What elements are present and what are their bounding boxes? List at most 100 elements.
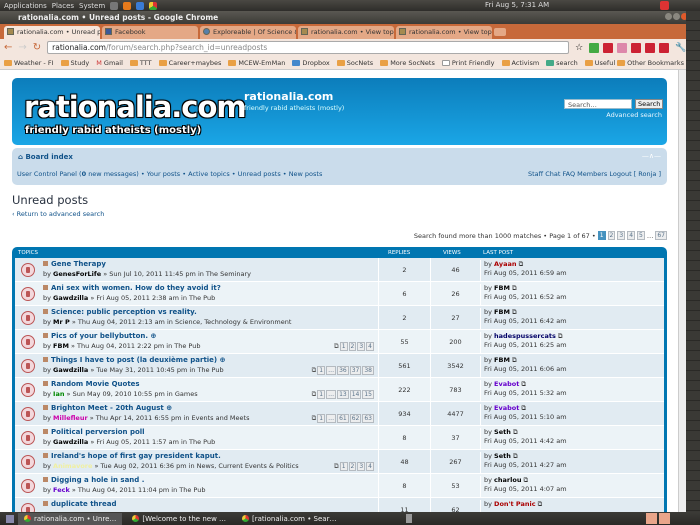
bookmark-search[interactable]: search [546,59,578,67]
bookmark-ttt[interactable]: TTT [130,59,152,67]
view-latest-icon[interactable]: ⧉ [519,260,524,268]
topic-page-link[interactable]: 36 [337,366,349,375]
forward-icon[interactable]: → [18,42,26,53]
firefox-icon[interactable] [123,2,131,10]
back-icon[interactable]: ← [4,42,12,53]
reload-icon[interactable]: ↻ [33,42,41,53]
page-67[interactable]: 67 [655,231,667,240]
last-post-author[interactable]: FBM [494,284,510,292]
bookmark-weather[interactable]: Weather - FI [4,59,54,67]
topic-page-link[interactable]: … [326,414,336,423]
topic-page-link[interactable]: 2 [349,342,357,351]
extension-icon[interactable] [645,43,655,53]
topic-page-link[interactable]: 4 [366,342,374,351]
topic-title[interactable]: Science: public perception vs reality. [43,308,197,316]
topic-page-link[interactable]: 3 [357,342,365,351]
page-2[interactable]: 2 [608,231,616,240]
bookmark-mcew[interactable]: MCEW-EmMan [228,59,285,67]
topic-title[interactable]: Ani sex with women. How do they avoid it… [43,284,221,292]
bookmark-study[interactable]: Study [61,59,90,67]
return-link[interactable]: ‹ Return to advanced search [12,210,104,218]
bookmark-career[interactable]: Career+maybes [159,59,222,67]
applications-menu[interactable]: Applications [4,2,47,10]
show-desktop-icon[interactable] [6,515,14,523]
site-logo[interactable]: rationalia.com [24,90,246,124]
topic-title[interactable]: Pics of your bellybutton. ⊕ [43,332,156,340]
view-latest-icon[interactable]: ⧉ [513,452,518,460]
topic-page-link[interactable]: 63 [362,414,374,423]
topic-author[interactable]: FBM [53,342,69,350]
topic-page-link[interactable]: 37 [350,366,362,375]
extension-icon[interactable] [631,43,641,53]
last-post-author[interactable]: Seth [494,452,511,460]
topic-title[interactable]: Brighton Meet - 20th August ⊕ [43,404,172,412]
page-5[interactable]: 5 [637,231,645,240]
tab-facebook[interactable]: Facebook [102,26,198,39]
staff-link[interactable]: Staff [528,170,543,178]
topic-page-link[interactable]: 15 [362,390,374,399]
bookmark-print-friendly[interactable]: Print Friendly [442,59,495,67]
chrome-icon[interactable] [149,2,157,10]
page-1[interactable]: 1 [598,231,606,240]
collapse-icon[interactable]: —∧— [642,152,661,160]
topic-title[interactable]: Things I have to post (la deuxième parti… [43,356,225,364]
chat-link[interactable]: Chat [545,170,560,178]
topic-title[interactable]: Gene Therapy [43,260,106,268]
view-latest-icon[interactable]: ⧉ [521,380,526,388]
topic-author[interactable]: Gawdzilla [53,366,88,374]
topic-author[interactable]: Feck [53,486,70,494]
topic-title[interactable]: Digging a hole in sand . [43,476,144,484]
topic-page-link[interactable]: … [326,390,336,399]
page-3[interactable]: 3 [617,231,625,240]
last-post-author[interactable]: Don't Panic [494,500,536,508]
bookmark-gmail[interactable]: MGmail [96,59,123,67]
topic-page-link[interactable]: 1 [340,342,348,351]
new-posts-link[interactable]: New posts [289,170,323,178]
places-menu[interactable]: Places [52,2,74,10]
extension-icon[interactable] [617,43,627,53]
chrome-tray-icon[interactable] [646,513,657,524]
extension-icon[interactable] [603,43,613,53]
topic-author[interactable]: GenesForLife [53,270,101,278]
view-latest-icon[interactable]: ⧉ [524,476,529,484]
topic-author[interactable]: Gawdzilla [53,294,88,302]
extension-icon[interactable] [659,43,669,53]
topic-page-link[interactable]: 38 [362,366,374,375]
extension-icon[interactable] [589,43,599,53]
power-icon[interactable] [660,1,669,10]
topic-page-link[interactable]: … [326,366,336,375]
topic-title[interactable]: Political perversion poll [43,428,145,436]
topic-page-link[interactable]: 4 [366,462,374,471]
page-4[interactable]: 4 [627,231,635,240]
taskbar-item[interactable]: [Welcome to the new … [126,513,232,525]
taskbar-item[interactable]: rationalia.com • Unre… [18,513,122,525]
board-index-link[interactable]: ⌂ Board index [18,153,73,161]
topic-author[interactable]: Gawdzilla [53,438,88,446]
bookmark-useful[interactable]: Useful [585,59,615,67]
maximize-button[interactable] [673,13,680,20]
last-post-author[interactable]: Ayaan [494,260,516,268]
last-post-author[interactable]: hadespussercats [494,332,556,340]
advanced-search-link[interactable]: Advanced search [606,111,662,119]
topic-author[interactable]: Ian [53,390,64,398]
tab-view-topic-2[interactable]: rationalia.com • View topic [396,26,492,39]
clock[interactable]: Fri Aug 5, 7:31 AM [485,1,549,9]
last-post-author[interactable]: Evabot [494,380,519,388]
last-post-author[interactable]: charlou [494,476,521,484]
last-post-author[interactable]: FBM [494,308,510,316]
topic-page-link[interactable]: 13 [337,390,349,399]
view-latest-icon[interactable]: ⧉ [558,332,563,340]
topic-title[interactable]: Ireland's hope of first gay president ka… [43,452,221,460]
search-button[interactable]: Search [635,99,663,109]
topic-page-link[interactable]: 14 [350,390,362,399]
topic-author[interactable]: Animavore [53,462,92,470]
system-menu[interactable]: System [79,2,105,10]
page-scrollbar[interactable] [678,70,686,512]
view-latest-icon[interactable]: ⧉ [512,356,517,364]
tab-view-topic-1[interactable]: rationalia.com • View topic [298,26,394,39]
view-latest-icon[interactable]: ⧉ [538,500,543,508]
minimize-button[interactable] [665,13,672,20]
topic-page-link[interactable]: 2 [349,462,357,471]
view-latest-icon[interactable]: ⧉ [512,284,517,292]
bookmark-dropbox[interactable]: Dropbox [292,59,329,67]
